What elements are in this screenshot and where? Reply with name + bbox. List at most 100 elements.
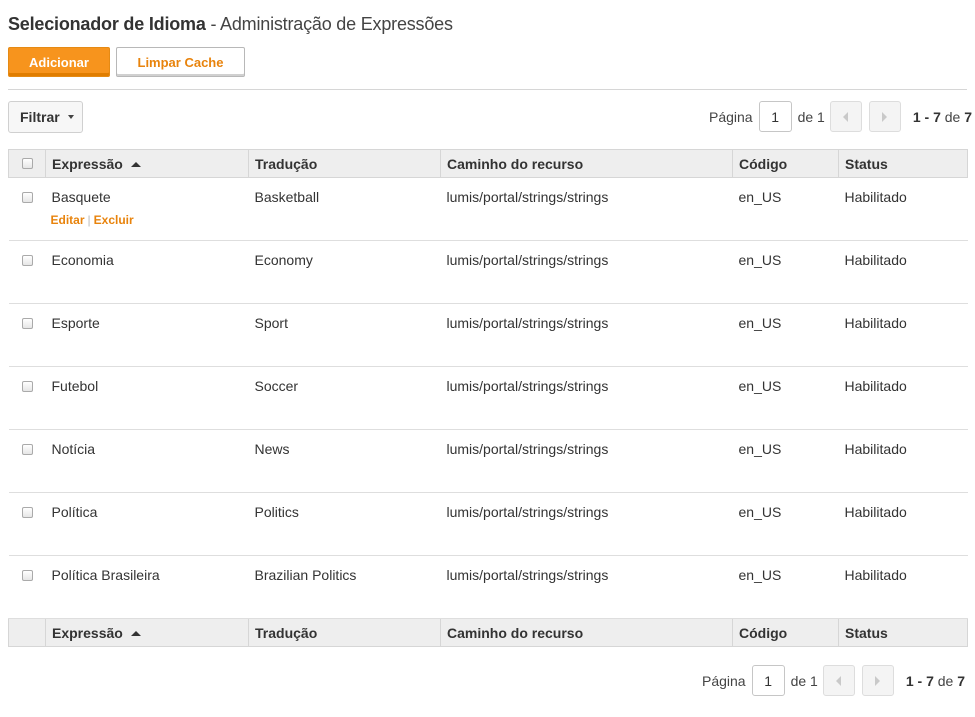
- cell-status: Habilitado: [838, 492, 968, 556]
- row-select-cell: [8, 240, 46, 304]
- table-row: Futebol Soccer lumis/portal/strings/string…: [8, 366, 968, 430]
- table-row: Economia Economy lumis/portal/strings/stri…: [8, 240, 968, 304]
- row-checkbox[interactable]: [21, 507, 33, 518]
- filter-dropdown[interactable]: Filtrar: [8, 101, 83, 133]
- page-number-input[interactable]: 1: [758, 101, 792, 132]
- cell-caminho: lumis/portal/strings/strings: [440, 240, 733, 304]
- page-title-main: Selecionador de Idioma: [8, 14, 206, 34]
- cell-traducao: News: [248, 429, 441, 493]
- cell-text: Habilitado: [844, 378, 907, 394]
- select-all-cell: [8, 149, 46, 178]
- cell-caminho: lumis/portal/strings/strings: [440, 429, 733, 493]
- pagination-bottom: Página 1 de 1 1 - 7 de 7: [702, 665, 965, 696]
- column-header-traducao[interactable]: Tradução: [248, 149, 441, 178]
- row-checkbox[interactable]: [21, 192, 33, 203]
- cell-text: Notícia: [51, 441, 96, 457]
- column-header-expressao[interactable]: Expressão: [45, 149, 249, 178]
- cell-text: lumis/portal/strings/strings: [446, 504, 609, 520]
- cell-status: Habilitado: [838, 555, 968, 619]
- chevron-right-icon: [875, 675, 881, 686]
- cell-expressao: Economia: [45, 240, 249, 304]
- row-checkbox[interactable]: [21, 444, 33, 455]
- cell-text: Basquete: [51, 189, 111, 205]
- cell-text: Politics: [254, 504, 299, 520]
- cell-text: Habilitado: [844, 504, 907, 520]
- cell-status: Habilitado: [838, 366, 968, 430]
- row-checkbox[interactable]: [21, 318, 33, 329]
- cell-text: Habilitado: [844, 189, 907, 205]
- sort-asc-icon: [130, 161, 141, 167]
- chevron-left-icon: [843, 111, 849, 122]
- cell-expressao: Política Brasileira: [45, 555, 249, 619]
- column-header-codigo[interactable]: Código: [732, 149, 839, 178]
- table-footer-row: Expressão Tradução Caminho do recurso Có…: [8, 618, 968, 647]
- expressions-table: Expressão Tradução Caminho do recurso Có…: [8, 149, 968, 647]
- cell-text: Habilitado: [844, 252, 907, 268]
- cell-expressao: Basquete Editar | Excluir: [45, 177, 249, 241]
- clear-cache-button[interactable]: Limpar Cache: [116, 47, 245, 77]
- cell-expressao: Notícia: [45, 429, 249, 493]
- cell-text: Futebol: [51, 378, 99, 394]
- page-count: de 1: [790, 672, 818, 689]
- cell-traducao: Sport: [248, 303, 441, 367]
- row-select-cell: [8, 429, 46, 493]
- row-checkbox[interactable]: [21, 570, 33, 581]
- cell-text: en_US: [738, 567, 782, 583]
- footer-header-traducao[interactable]: Tradução: [248, 618, 441, 647]
- sort-asc-icon: [130, 630, 141, 636]
- page-number-input[interactable]: 1: [751, 665, 785, 696]
- chevron-right-icon: [882, 111, 888, 122]
- column-header-caminho[interactable]: Caminho do recurso: [440, 149, 733, 178]
- cell-codigo: en_US: [732, 429, 839, 493]
- next-page-button[interactable]: [861, 665, 894, 696]
- row-checkbox[interactable]: [21, 255, 33, 266]
- footer-header-caminho[interactable]: Caminho do recurso: [440, 618, 733, 647]
- cell-text: Habilitado: [844, 441, 907, 457]
- divider: [8, 89, 967, 90]
- cell-text: Economy: [254, 252, 313, 268]
- row-select-cell: [8, 177, 46, 241]
- cell-codigo: en_US: [732, 303, 839, 367]
- cell-text: en_US: [738, 441, 782, 457]
- cell-traducao: Brazilian Politics: [248, 555, 441, 619]
- cell-traducao: Basketball: [248, 177, 441, 241]
- prev-page-button[interactable]: [829, 101, 862, 132]
- edit-link[interactable]: Editar: [51, 213, 85, 227]
- cell-codigo: en_US: [732, 240, 839, 304]
- page-label: Página: [702, 672, 746, 689]
- footer-header-codigo[interactable]: Código: [732, 618, 839, 647]
- cell-text: Sport: [254, 315, 288, 331]
- next-page-button[interactable]: [868, 101, 901, 132]
- cell-text: Habilitado: [844, 567, 907, 583]
- cell-caminho: lumis/portal/strings/strings: [440, 177, 733, 241]
- cell-status: Habilitado: [838, 303, 968, 367]
- table-header-row: Expressão Tradução Caminho do recurso Có…: [8, 149, 968, 178]
- cell-expressao: Esporte: [45, 303, 249, 367]
- results-range: 1 - 7 de 7: [905, 672, 966, 689]
- table-row: Notícia News lumis/portal/strings/strings e…: [8, 429, 968, 493]
- cell-text: lumis/portal/strings/strings: [446, 252, 609, 268]
- cell-text: en_US: [738, 504, 782, 520]
- row-checkbox[interactable]: [21, 381, 33, 392]
- cell-text: lumis/portal/strings/strings: [446, 378, 609, 394]
- cell-traducao: Economy: [248, 240, 441, 304]
- cell-text: Economia: [51, 252, 114, 268]
- cell-text: lumis/portal/strings/strings: [446, 315, 609, 331]
- table-row: Política Brasileira Brazilian Politics lum…: [8, 555, 968, 619]
- row-actions: Editar | Excluir: [51, 213, 249, 227]
- cell-text: en_US: [738, 378, 782, 394]
- delete-link[interactable]: Excluir: [94, 213, 134, 227]
- add-button[interactable]: Adicionar: [8, 47, 110, 77]
- cell-caminho: lumis/portal/strings/strings: [440, 366, 733, 430]
- prev-page-button[interactable]: [822, 665, 855, 696]
- cell-text: Esporte: [51, 315, 100, 331]
- select-all-checkbox[interactable]: [21, 157, 33, 169]
- footer-header-expressao[interactable]: Expressão: [45, 618, 249, 647]
- cell-text: lumis/portal/strings/strings: [446, 567, 609, 583]
- cell-status: Habilitado: [838, 177, 968, 241]
- column-header-status[interactable]: Status: [838, 149, 968, 178]
- footer-header-status[interactable]: Status: [838, 618, 968, 647]
- page-label: Página: [709, 108, 753, 125]
- row-select-cell: [8, 555, 46, 619]
- table-row: Basquete Editar | Excluir Basketball lumis/po…: [8, 177, 968, 241]
